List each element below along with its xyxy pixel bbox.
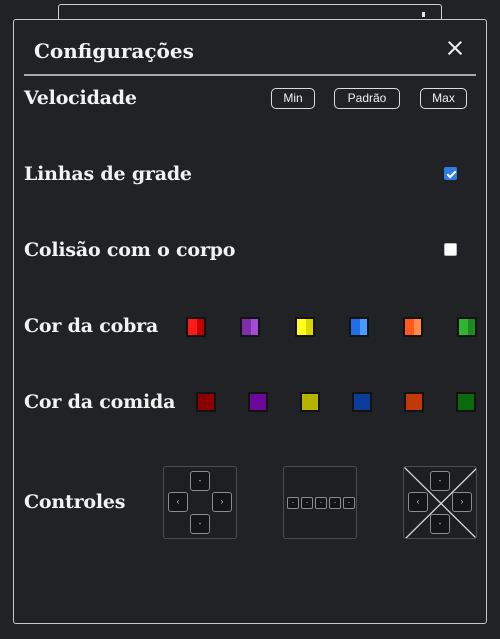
speed-label: Velocidade (24, 87, 137, 109)
snake-color-swatch-green[interactable] (457, 317, 477, 337)
toolbar-mark (422, 12, 425, 17)
controls-label: Controles (24, 491, 126, 513)
panel-title: Configurações (34, 39, 194, 63)
close-icon[interactable] (444, 37, 466, 59)
grid-lines-checkbox[interactable] (444, 167, 457, 180)
speed-min-button[interactable]: Min (271, 88, 315, 109)
snake-color-swatch-yellow[interactable] (295, 317, 315, 337)
key-up: - (190, 471, 210, 491)
food-color-swatch-olive[interactable] (300, 392, 320, 412)
controls-none-option[interactable]: - ‹ › - (403, 466, 477, 539)
key-row-1: - (287, 497, 299, 509)
body-collision-checkbox[interactable] (444, 243, 457, 256)
key-row-2: - (301, 497, 313, 509)
key-right: › (212, 492, 232, 512)
food-color-label: Cor da comida (24, 391, 176, 413)
food-color-swatch-dark-red[interactable] (196, 392, 216, 412)
food-color-swatch-dark-blue[interactable] (352, 392, 372, 412)
key-down: - (190, 514, 210, 534)
snake-color-swatch-red[interactable] (186, 317, 206, 337)
controls-dpad-option[interactable]: - ‹ › - (163, 466, 237, 539)
food-color-swatch-dark-purple[interactable] (248, 392, 268, 412)
snake-color-swatch-blue[interactable] (349, 317, 369, 337)
food-color-swatch-rust[interactable] (404, 392, 424, 412)
key-row-4: - (329, 497, 341, 509)
speed-default-button[interactable]: Padrão (334, 88, 400, 109)
grid-lines-label: Linhas de grade (24, 163, 192, 185)
speed-max-button[interactable]: Max (420, 88, 467, 109)
snake-color-swatch-orange[interactable] (403, 317, 423, 337)
snake-color-label: Cor da cobra (24, 315, 159, 337)
key-row-3: - (315, 497, 327, 509)
food-color-swatch-dark-green[interactable] (456, 392, 476, 412)
snake-color-swatch-purple[interactable] (240, 317, 260, 337)
body-collision-label: Colisão com o corpo (24, 239, 236, 261)
key-left: ‹ (168, 492, 188, 512)
controls-row-option[interactable]: - - - - - (283, 466, 357, 539)
cross-out-icon (404, 467, 476, 538)
header-divider (24, 74, 476, 76)
key-row-5: - (343, 497, 355, 509)
settings-panel: Configurações Velocidade Min Padrão Max … (13, 19, 487, 624)
